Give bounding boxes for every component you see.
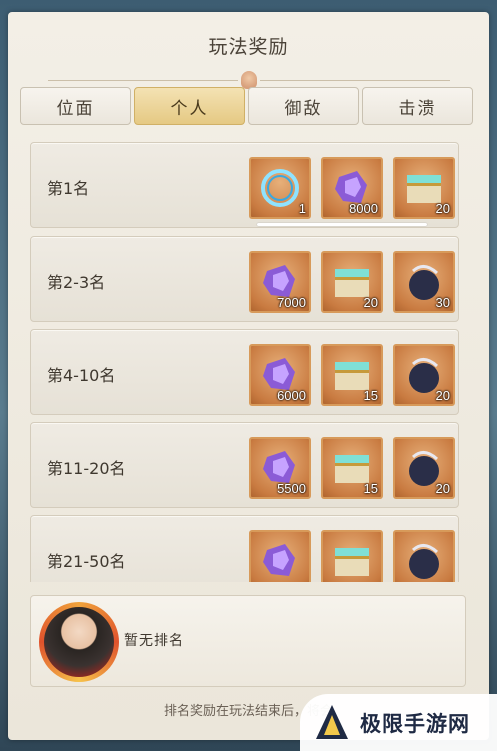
watermark-text: 极限手游网: [360, 711, 470, 736]
item-quantity: 15: [363, 481, 378, 496]
tab-plane[interactable]: 位面: [20, 87, 131, 125]
dark-orb-icon[interactable]: 30: [393, 251, 455, 313]
rank-label: 第11-20名: [47, 459, 126, 478]
purple-crystal-icon[interactable]: 6000: [249, 344, 311, 406]
watermark: 极限手游网: [300, 694, 497, 751]
treasure-chest-icon[interactable]: 20: [321, 251, 383, 313]
item-quantity: 1: [298, 201, 306, 216]
portal-ring-icon[interactable]: 1: [249, 157, 311, 219]
reward-row: 第1名 1 8000 20: [30, 142, 459, 228]
rank-label: 第21-50名: [47, 552, 126, 571]
rank-label: 第1名: [47, 179, 90, 198]
dark-orb-icon[interactable]: 20: [393, 437, 455, 499]
purple-crystal-icon[interactable]: 5500: [249, 437, 311, 499]
item-quantity: 15: [363, 388, 378, 403]
item-quantity: 20: [435, 481, 450, 496]
item-quantity: 7000: [277, 295, 306, 310]
tab-defeat[interactable]: 击溃: [362, 87, 473, 125]
page-title: 玩法奖励: [208, 36, 289, 58]
item-quantity: 6000: [277, 388, 306, 403]
treasure-chest-icon[interactable]: 15: [321, 344, 383, 406]
my-rank-card: 暂无排名: [30, 595, 466, 687]
tab-defense[interactable]: 御敌: [248, 87, 359, 125]
treasure-chest-icon[interactable]: 15: [321, 437, 383, 499]
reward-row: 第4-10名 6000 15 20: [30, 329, 459, 415]
item-quantity: 5500: [277, 481, 306, 496]
rank-label: 第2-3名: [47, 273, 106, 292]
tab-personal[interactable]: 个人: [134, 87, 245, 125]
title-divider-right: [260, 80, 450, 81]
item-quantity: 20: [363, 295, 378, 310]
dark-orb-icon[interactable]: 20: [393, 344, 455, 406]
avatar[interactable]: [44, 607, 114, 677]
dark-orb-icon[interactable]: [393, 530, 455, 582]
tab-bar: 位面 个人 御敌 击溃: [20, 87, 475, 127]
purple-crystal-icon[interactable]: 8000: [321, 157, 383, 219]
avatar-frame: [39, 602, 119, 682]
reward-row: 第11-20名 5500 15 20: [30, 422, 459, 508]
treasure-chest-icon[interactable]: 20: [393, 157, 455, 219]
progress-bar: [257, 223, 427, 226]
reward-row: 第21-50名: [30, 515, 459, 582]
reward-list[interactable]: 第1名 1 8000 20 第2-3名 7000 20 30 第4-10名 60…: [22, 130, 467, 582]
item-quantity: 20: [435, 201, 450, 216]
reward-row: 第2-3名 7000 20 30: [30, 236, 459, 322]
watermark-logo-icon: [316, 704, 348, 739]
rank-label: 第4-10名: [47, 366, 116, 385]
my-rank-status: 暂无排名: [124, 633, 184, 649]
title-divider-left: [48, 80, 238, 81]
item-quantity: 30: [435, 295, 450, 310]
purple-crystal-icon[interactable]: 7000: [249, 251, 311, 313]
purple-crystal-icon[interactable]: [249, 530, 311, 582]
item-quantity: 8000: [349, 201, 378, 216]
treasure-chest-icon[interactable]: [321, 530, 383, 582]
item-quantity: 20: [435, 388, 450, 403]
